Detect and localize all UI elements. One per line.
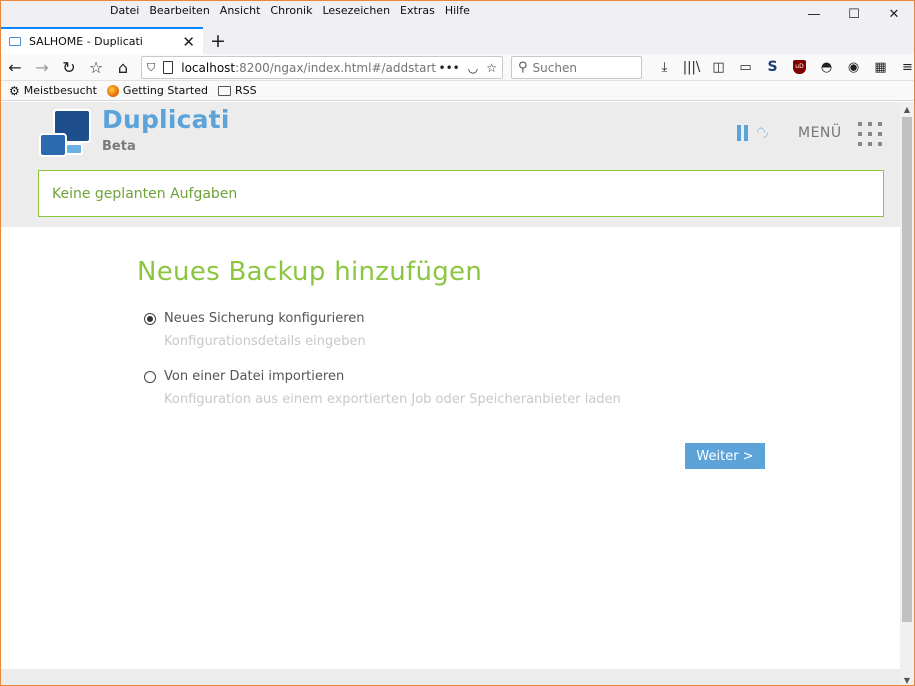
tab-title: SALHOME - Duplicati xyxy=(29,35,143,48)
star-icon[interactable]: ☆ xyxy=(486,61,497,75)
download-icon[interactable]: ⤓ xyxy=(651,56,678,78)
bookmark-getting-started[interactable]: Getting Started xyxy=(106,84,208,97)
tab-close-icon[interactable]: ✕ xyxy=(182,33,195,51)
scroll-thumb[interactable] xyxy=(902,117,912,622)
close-window-icon[interactable]: ✕ xyxy=(874,1,914,27)
page-actions-icon[interactable]: ••• xyxy=(439,61,460,75)
scroll-down-icon[interactable]: ▼ xyxy=(900,673,914,685)
back-icon[interactable]: ← xyxy=(4,56,26,78)
maximize-icon[interactable]: ☐ xyxy=(834,1,874,27)
mask-extension-icon[interactable]: ◓ xyxy=(813,56,840,78)
page-viewport: Duplicati Beta ◜◝◞ MENÜ Keine geplanten … xyxy=(1,102,900,685)
app-header: Duplicati Beta ◜◝◞ MENÜ Keine geplanten … xyxy=(1,102,900,227)
grid-extension-icon[interactable]: ▦ xyxy=(867,56,894,78)
option-new-config-label[interactable]: Neues Sicherung konfigurieren xyxy=(164,311,365,326)
title-bar: Datei Bearbeiten Ansicht Chronik Lesezei… xyxy=(1,1,914,27)
menu-bearbeiten[interactable]: Bearbeiten xyxy=(144,4,214,17)
bookmark-page-icon[interactable]: ☆ xyxy=(85,56,107,78)
menu-chronik[interactable]: Chronik xyxy=(265,4,317,17)
search-icon: ⚲ xyxy=(518,60,528,75)
tab-strip: SALHOME - Duplicati ✕ + xyxy=(1,27,914,54)
option-import-label[interactable]: Von einer Datei importieren xyxy=(164,369,344,384)
forward-icon[interactable]: → xyxy=(31,56,53,78)
schedule-notice: Keine geplanten Aufgaben xyxy=(38,170,884,217)
browser-window: Datei Bearbeiten Ansicht Chronik Lesezei… xyxy=(0,0,915,686)
minimize-icon[interactable]: — xyxy=(794,1,834,27)
s-extension-icon[interactable]: S xyxy=(759,56,786,78)
page-title: Neues Backup hinzufügen xyxy=(137,257,483,287)
toolbar-icons: ⤓ |||\ ◫ ▭ S uD ◓ ◉ ▦ ≡ xyxy=(651,56,914,78)
menu-ansicht[interactable]: Ansicht xyxy=(215,4,266,17)
option-import[interactable]: Von einer Datei importieren xyxy=(144,369,344,384)
radio-import[interactable] xyxy=(144,370,156,383)
account-icon[interactable]: ◉ xyxy=(840,56,867,78)
page-info-icon[interactable] xyxy=(163,61,174,74)
folder-icon xyxy=(217,85,231,96)
bookmarks-bar: ⚙ Meistbesucht Getting Started RSS xyxy=(1,81,914,101)
sidebar-icon[interactable]: ◫ xyxy=(705,56,732,78)
brand-sub: Beta xyxy=(102,139,136,154)
brand-name[interactable]: Duplicati xyxy=(102,105,230,134)
menu-label[interactable]: MENÜ xyxy=(798,125,842,141)
gear-icon: ⚙ xyxy=(9,83,20,98)
menu-lesezeichen[interactable]: Lesezeichen xyxy=(317,4,395,17)
firefox-icon xyxy=(106,84,119,97)
duplicati-logo-icon[interactable] xyxy=(39,109,99,159)
window-controls: — ☐ ✕ xyxy=(794,1,914,27)
app-menu-grid-icon[interactable] xyxy=(858,122,882,146)
menu-datei[interactable]: Datei xyxy=(105,4,144,17)
url-path: :8200/ngax/index.html#/addstart xyxy=(235,60,437,75)
bookmark-rss[interactable]: RSS xyxy=(217,84,257,97)
tab-duplicati[interactable]: SALHOME - Duplicati ✕ xyxy=(1,27,203,54)
library-icon[interactable]: |||\ xyxy=(678,56,705,78)
option-import-desc: Konfiguration aus einem exportierten Job… xyxy=(164,392,621,407)
menu-hilfe[interactable]: Hilfe xyxy=(440,4,475,17)
url-host: localhost xyxy=(181,60,236,75)
throttle-icon[interactable]: ◜◝◞ xyxy=(757,125,768,140)
nav-bar: ← → ↻ ☆ ⌂ ⛉ localhost:8200/ngax/index.ht… xyxy=(1,54,914,81)
page-scrollbar[interactable]: ▲ ▼ xyxy=(900,102,914,685)
new-tab-button[interactable]: + xyxy=(207,27,229,54)
reader-view-icon[interactable]: ▭ xyxy=(732,56,759,78)
pocket-icon[interactable]: ◡ xyxy=(468,61,478,75)
search-box[interactable]: ⚲ xyxy=(511,56,642,79)
ublock-icon[interactable]: uD xyxy=(786,56,813,78)
bookmark-meistbesucht[interactable]: ⚙ Meistbesucht xyxy=(9,84,97,98)
url-bar[interactable]: ⛉ localhost:8200/ngax/index.html#/addsta… xyxy=(141,56,503,79)
next-button[interactable]: Weiter > xyxy=(685,443,765,469)
footer-strip xyxy=(1,669,900,685)
option-new-config-desc: Konfigurationsdetails eingeben xyxy=(164,334,366,349)
radio-new-config[interactable] xyxy=(144,312,156,325)
scroll-up-icon[interactable]: ▲ xyxy=(900,102,914,116)
menu-extras[interactable]: Extras xyxy=(395,4,440,17)
search-input[interactable] xyxy=(532,60,628,75)
home-icon[interactable]: ⌂ xyxy=(112,56,134,78)
tracking-shield-icon[interactable]: ⛉ xyxy=(147,61,155,75)
menu-bar: Datei Bearbeiten Ansicht Chronik Lesezei… xyxy=(105,4,475,17)
hamburger-menu-icon[interactable]: ≡ xyxy=(894,56,914,78)
reload-icon[interactable]: ↻ xyxy=(58,56,80,78)
option-new-config[interactable]: Neues Sicherung konfigurieren xyxy=(144,311,365,326)
pause-icon[interactable] xyxy=(737,125,749,141)
duplicati-favicon-icon xyxy=(9,37,21,46)
